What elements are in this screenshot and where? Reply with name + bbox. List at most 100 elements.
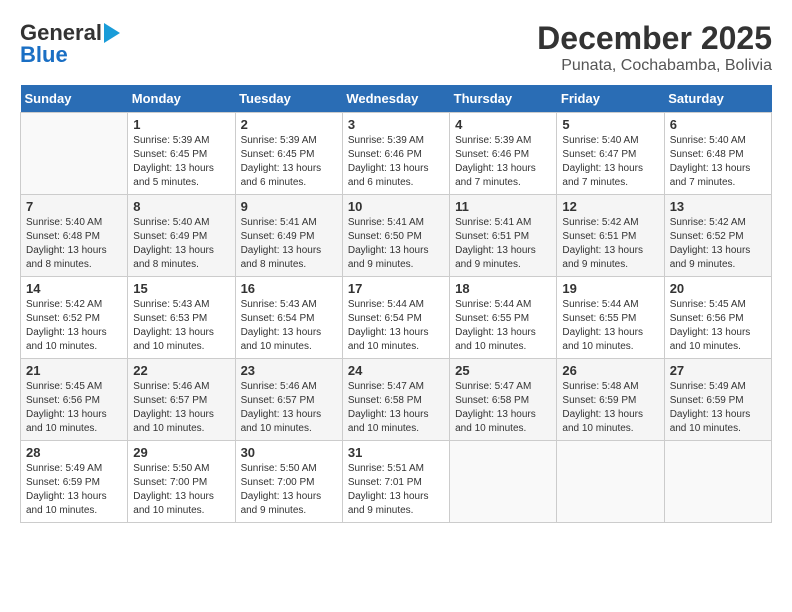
day-info: Sunrise: 5:44 AM Sunset: 6:55 PM Dayligh… bbox=[562, 298, 658, 354]
day-number: 15 bbox=[133, 281, 229, 296]
calendar-cell bbox=[21, 113, 128, 195]
day-number: 14 bbox=[26, 281, 122, 296]
day-number: 31 bbox=[348, 445, 444, 460]
day-info: Sunrise: 5:42 AM Sunset: 6:52 PM Dayligh… bbox=[670, 216, 766, 272]
day-info: Sunrise: 5:47 AM Sunset: 6:58 PM Dayligh… bbox=[348, 380, 444, 436]
day-number: 22 bbox=[133, 363, 229, 378]
day-info: Sunrise: 5:40 AM Sunset: 6:48 PM Dayligh… bbox=[26, 216, 122, 272]
day-number: 21 bbox=[26, 363, 122, 378]
calendar-cell bbox=[664, 441, 771, 523]
weekday-header-row: SundayMondayTuesdayWednesdayThursdayFrid… bbox=[21, 85, 772, 113]
calendar-cell: 29 Sunrise: 5:50 AM Sunset: 7:00 PM Dayli… bbox=[128, 441, 235, 523]
day-info: Sunrise: 5:40 AM Sunset: 6:47 PM Dayligh… bbox=[562, 134, 658, 190]
day-info: Sunrise: 5:47 AM Sunset: 6:58 PM Dayligh… bbox=[455, 380, 551, 436]
day-number: 17 bbox=[348, 281, 444, 296]
day-info: Sunrise: 5:51 AM Sunset: 7:01 PM Dayligh… bbox=[348, 462, 444, 518]
calendar-cell: 1 Sunrise: 5:39 AM Sunset: 6:45 PM Daylig… bbox=[128, 113, 235, 195]
title-block: December 2025 Punata, Cochabamba, Bolivi… bbox=[537, 20, 772, 75]
day-info: Sunrise: 5:39 AM Sunset: 6:45 PM Dayligh… bbox=[241, 134, 337, 190]
calendar-cell: 20 Sunrise: 5:45 AM Sunset: 6:56 PM Dayli… bbox=[664, 277, 771, 359]
logo: General Blue bbox=[20, 20, 120, 68]
day-info: Sunrise: 5:42 AM Sunset: 6:51 PM Dayligh… bbox=[562, 216, 658, 272]
day-info: Sunrise: 5:50 AM Sunset: 7:00 PM Dayligh… bbox=[241, 462, 337, 518]
calendar-cell bbox=[557, 441, 664, 523]
logo-arrow-icon bbox=[104, 23, 120, 43]
day-info: Sunrise: 5:49 AM Sunset: 6:59 PM Dayligh… bbox=[26, 462, 122, 518]
weekday-header-wednesday: Wednesday bbox=[342, 85, 449, 113]
weekday-header-saturday: Saturday bbox=[664, 85, 771, 113]
day-number: 10 bbox=[348, 199, 444, 214]
day-number: 20 bbox=[670, 281, 766, 296]
day-info: Sunrise: 5:40 AM Sunset: 6:49 PM Dayligh… bbox=[133, 216, 229, 272]
calendar-cell: 22 Sunrise: 5:46 AM Sunset: 6:57 PM Dayli… bbox=[128, 359, 235, 441]
day-info: Sunrise: 5:45 AM Sunset: 6:56 PM Dayligh… bbox=[26, 380, 122, 436]
day-number: 9 bbox=[241, 199, 337, 214]
day-number: 13 bbox=[670, 199, 766, 214]
calendar-cell: 28 Sunrise: 5:49 AM Sunset: 6:59 PM Dayli… bbox=[21, 441, 128, 523]
day-number: 1 bbox=[133, 117, 229, 132]
day-info: Sunrise: 5:46 AM Sunset: 6:57 PM Dayligh… bbox=[133, 380, 229, 436]
weekday-header-sunday: Sunday bbox=[21, 85, 128, 113]
day-number: 23 bbox=[241, 363, 337, 378]
day-number: 29 bbox=[133, 445, 229, 460]
day-info: Sunrise: 5:41 AM Sunset: 6:51 PM Dayligh… bbox=[455, 216, 551, 272]
month-title: December 2025 bbox=[537, 20, 772, 57]
calendar-cell: 10 Sunrise: 5:41 AM Sunset: 6:50 PM Dayli… bbox=[342, 195, 449, 277]
calendar-cell: 8Sunrise: 5:40 AM Sunset: 6:49 PM Daylig… bbox=[128, 195, 235, 277]
calendar-cell: 23 Sunrise: 5:46 AM Sunset: 6:57 PM Dayli… bbox=[235, 359, 342, 441]
calendar-cell: 14 Sunrise: 5:42 AM Sunset: 6:52 PM Dayli… bbox=[21, 277, 128, 359]
day-info: Sunrise: 5:50 AM Sunset: 7:00 PM Dayligh… bbox=[133, 462, 229, 518]
day-info: Sunrise: 5:45 AM Sunset: 6:56 PM Dayligh… bbox=[670, 298, 766, 354]
calendar-cell: 4Sunrise: 5:39 AM Sunset: 6:46 PM Daylig… bbox=[450, 113, 557, 195]
day-number: 30 bbox=[241, 445, 337, 460]
calendar-cell: 31 Sunrise: 5:51 AM Sunset: 7:01 PM Dayli… bbox=[342, 441, 449, 523]
calendar-cell: 13 Sunrise: 5:42 AM Sunset: 6:52 PM Dayli… bbox=[664, 195, 771, 277]
day-info: Sunrise: 5:39 AM Sunset: 6:46 PM Dayligh… bbox=[455, 134, 551, 190]
calendar-cell: 19 Sunrise: 5:44 AM Sunset: 6:55 PM Dayli… bbox=[557, 277, 664, 359]
calendar-cell: 9 Sunrise: 5:41 AM Sunset: 6:49 PM Daylig… bbox=[235, 195, 342, 277]
day-number: 3 bbox=[348, 117, 444, 132]
day-number: 7 bbox=[26, 199, 122, 214]
day-info: Sunrise: 5:44 AM Sunset: 6:54 PM Dayligh… bbox=[348, 298, 444, 354]
calendar-cell: 21 Sunrise: 5:45 AM Sunset: 6:56 PM Dayli… bbox=[21, 359, 128, 441]
calendar-cell: 18Sunrise: 5:44 AM Sunset: 6:55 PM Dayli… bbox=[450, 277, 557, 359]
day-info: Sunrise: 5:48 AM Sunset: 6:59 PM Dayligh… bbox=[562, 380, 658, 436]
calendar-body: 1 Sunrise: 5:39 AM Sunset: 6:45 PM Daylig… bbox=[21, 113, 772, 523]
day-number: 6 bbox=[670, 117, 766, 132]
calendar-cell: 24Sunrise: 5:47 AM Sunset: 6:58 PM Dayli… bbox=[342, 359, 449, 441]
week-row-5: 28 Sunrise: 5:49 AM Sunset: 6:59 PM Dayli… bbox=[21, 441, 772, 523]
week-row-2: 7 Sunrise: 5:40 AM Sunset: 6:48 PM Daylig… bbox=[21, 195, 772, 277]
logo-blue: Blue bbox=[20, 42, 68, 68]
calendar-cell: 17 Sunrise: 5:44 AM Sunset: 6:54 PM Dayli… bbox=[342, 277, 449, 359]
day-info: Sunrise: 5:42 AM Sunset: 6:52 PM Dayligh… bbox=[26, 298, 122, 354]
calendar-cell: 25 Sunrise: 5:47 AM Sunset: 6:58 PM Dayli… bbox=[450, 359, 557, 441]
day-info: Sunrise: 5:41 AM Sunset: 6:50 PM Dayligh… bbox=[348, 216, 444, 272]
day-info: Sunrise: 5:41 AM Sunset: 6:49 PM Dayligh… bbox=[241, 216, 337, 272]
day-info: Sunrise: 5:39 AM Sunset: 6:45 PM Dayligh… bbox=[133, 134, 229, 190]
week-row-4: 21 Sunrise: 5:45 AM Sunset: 6:56 PM Dayli… bbox=[21, 359, 772, 441]
day-number: 26 bbox=[562, 363, 658, 378]
calendar-cell: 11 Sunrise: 5:41 AM Sunset: 6:51 PM Dayli… bbox=[450, 195, 557, 277]
calendar-cell: 5 Sunrise: 5:40 AM Sunset: 6:47 PM Daylig… bbox=[557, 113, 664, 195]
day-number: 18 bbox=[455, 281, 551, 296]
weekday-header-tuesday: Tuesday bbox=[235, 85, 342, 113]
day-number: 12 bbox=[562, 199, 658, 214]
day-number: 28 bbox=[26, 445, 122, 460]
day-info: Sunrise: 5:49 AM Sunset: 6:59 PM Dayligh… bbox=[670, 380, 766, 436]
day-number: 2 bbox=[241, 117, 337, 132]
weekday-header-monday: Monday bbox=[128, 85, 235, 113]
day-info: Sunrise: 5:46 AM Sunset: 6:57 PM Dayligh… bbox=[241, 380, 337, 436]
day-number: 16 bbox=[241, 281, 337, 296]
day-number: 19 bbox=[562, 281, 658, 296]
calendar-cell bbox=[450, 441, 557, 523]
page-header: General Blue December 2025 Punata, Cocha… bbox=[20, 20, 772, 75]
day-number: 25 bbox=[455, 363, 551, 378]
calendar-cell: 26 Sunrise: 5:48 AM Sunset: 6:59 PM Dayli… bbox=[557, 359, 664, 441]
calendar-cell: 16Sunrise: 5:43 AM Sunset: 6:54 PM Dayli… bbox=[235, 277, 342, 359]
day-info: Sunrise: 5:40 AM Sunset: 6:48 PM Dayligh… bbox=[670, 134, 766, 190]
weekday-header-friday: Friday bbox=[557, 85, 664, 113]
day-number: 11 bbox=[455, 199, 551, 214]
day-number: 5 bbox=[562, 117, 658, 132]
calendar-cell: 2 Sunrise: 5:39 AM Sunset: 6:45 PM Daylig… bbox=[235, 113, 342, 195]
calendar-cell: 7 Sunrise: 5:40 AM Sunset: 6:48 PM Daylig… bbox=[21, 195, 128, 277]
